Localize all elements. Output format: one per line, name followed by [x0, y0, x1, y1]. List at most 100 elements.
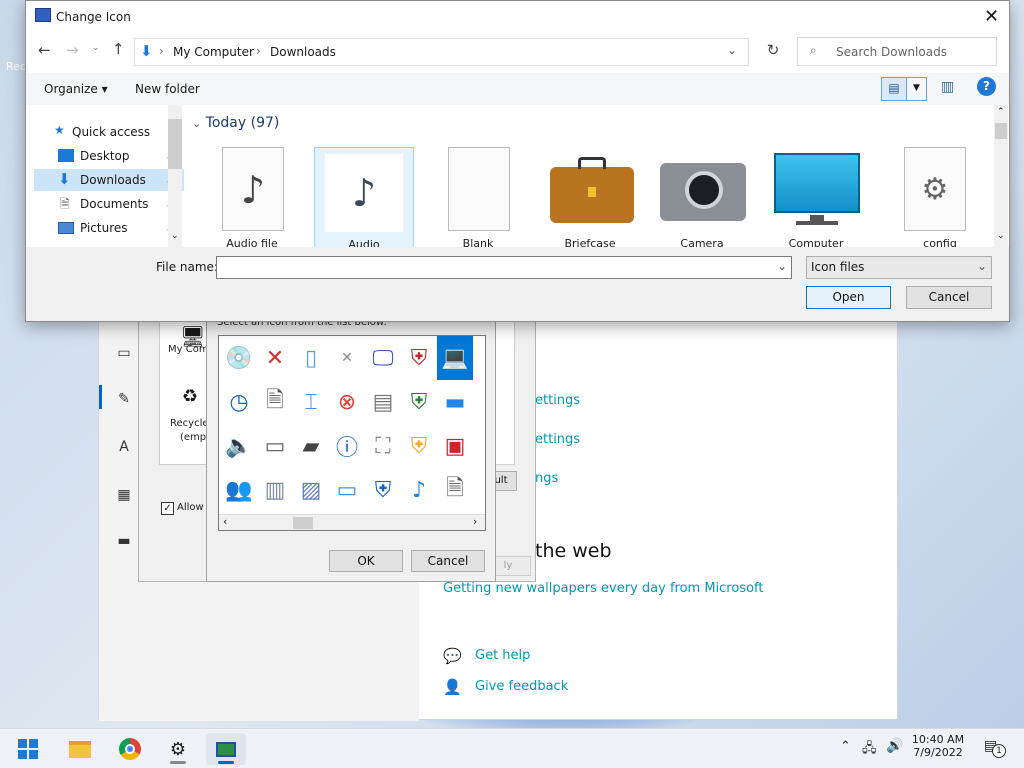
chrome-icon[interactable]	[110, 733, 150, 765]
help-question-icon[interactable]: ⓘ	[329, 424, 365, 468]
document-icon[interactable]: 🗎	[257, 380, 293, 424]
folder-blue-icon[interactable]: ▨	[293, 468, 329, 512]
back-arrow-icon[interactable]: ←	[38, 41, 51, 59]
volume-icon[interactable]: 🔊	[886, 738, 903, 754]
nav-scroll-thumb[interactable]	[168, 119, 182, 169]
screen-icon[interactable]: ▬	[437, 380, 473, 424]
taskbar-icon[interactable]: ▬	[113, 533, 135, 549]
nav-quick-access[interactable]: ★ Quick access	[34, 121, 184, 143]
red-x-icon[interactable]: ✕	[257, 336, 293, 380]
get-help-link[interactable]: Get help	[475, 648, 530, 663]
wallpapers-link[interactable]: Getting new wallpapers every day from Mi…	[443, 581, 764, 596]
nav-scroll-down-icon[interactable]: ⌄	[171, 231, 179, 241]
display-settings-app-icon[interactable]	[206, 733, 246, 765]
users-icon[interactable]: 👥	[221, 468, 257, 512]
close-icon[interactable]: ✕	[984, 6, 999, 27]
scroll-right-icon[interactable]: ›	[473, 515, 477, 528]
settings-link-1[interactable]: ettings	[535, 393, 580, 408]
settings-link-3[interactable]: ngs	[535, 471, 558, 486]
address-bar[interactable]: ⬇ › My Computer › Downloads ⌄	[134, 38, 749, 66]
projector-icon[interactable]: ⛶	[365, 424, 401, 468]
nav-scrollbar[interactable]: ⌄	[168, 105, 182, 247]
preview-pane-icon[interactable]: ▥	[941, 79, 954, 95]
card-icon[interactable]: ▭	[329, 468, 365, 512]
start-icon[interactable]	[8, 733, 48, 765]
layout-icon[interactable]: ▦	[113, 487, 135, 503]
file-item[interactable]: Camera	[652, 141, 752, 247]
laptop-icon[interactable]: 💻	[437, 336, 473, 380]
open-button[interactable]: Open	[806, 286, 891, 309]
file-scroll-thumb[interactable]	[995, 123, 1007, 139]
help-icon-button[interactable]: ?	[977, 77, 996, 96]
breadcrumb-my-computer[interactable]: My Computer	[173, 45, 254, 59]
display-icon[interactable]: ▭	[113, 345, 135, 361]
scanner-icon[interactable]: ▰	[293, 424, 329, 468]
ok-button[interactable]: OK	[329, 550, 403, 572]
shield-help-icon[interactable]: ⛨	[365, 468, 401, 512]
file-item[interactable]: ⚙ config	[890, 141, 990, 247]
cancel-button[interactable]: Cancel	[906, 286, 992, 309]
apps-box-icon[interactable]: ▣	[437, 424, 473, 468]
shield-check-icon[interactable]: ⛨	[401, 380, 437, 424]
drive-icon[interactable]: ▭	[257, 424, 293, 468]
nav-desktop[interactable]: Desktop📌	[34, 145, 184, 167]
give-feedback-link[interactable]: Give feedback	[475, 679, 568, 694]
file-item[interactable]: Blank	[428, 141, 528, 247]
recycle-bin-icon[interactable]: ♻	[182, 386, 198, 407]
scroll-up-icon[interactable]: ⌃	[997, 107, 1005, 117]
breadcrumb-downloads[interactable]: Downloads	[270, 45, 336, 59]
icon-list-hscrollbar[interactable]: ‹ ›	[219, 514, 485, 530]
settings-link-2[interactable]: ettings	[535, 432, 580, 447]
group-header[interactable]: ⌄ Today (97)	[192, 115, 279, 131]
hscroll-thumb[interactable]	[293, 517, 313, 529]
desktop-icon-label[interactable]: Rec	[6, 60, 26, 73]
change-icon-cancel-button[interactable]: Cancel	[411, 550, 485, 572]
cd-music-icon[interactable]: 💿	[221, 336, 257, 380]
network-icon[interactable]: 🖧	[862, 739, 877, 761]
server-icon[interactable]: ▥	[257, 468, 293, 512]
tray-chevron-icon[interactable]: ⌃	[840, 739, 851, 754]
nav-pictures[interactable]: Pictures📌	[34, 217, 184, 239]
refresh-icon[interactable]: ↻	[759, 41, 787, 65]
scroll-down-icon[interactable]: ⌄	[997, 231, 1005, 241]
organize-button[interactable]: Organize ▾	[44, 82, 108, 96]
pda-icon[interactable]: ▯	[293, 336, 329, 380]
personalize-icon[interactable]: ✎	[113, 391, 135, 407]
text-cursor-icon[interactable]: ⌶	[293, 380, 329, 424]
monitor-icon[interactable]: 🖵	[365, 336, 401, 380]
view-dropdown-icon[interactable]: ▼	[907, 77, 927, 101]
file-item-selected[interactable]: ♪ Audio	[314, 147, 414, 247]
forward-arrow-icon[interactable]: →	[66, 41, 79, 59]
settings-gear-icon[interactable]: ⚙	[158, 733, 198, 765]
file-list-scrollbar[interactable]: ⌃ ⌄	[994, 105, 1008, 247]
music-note-icon[interactable]: ♪	[401, 468, 437, 512]
blank-page-icon[interactable]: ▤	[365, 380, 401, 424]
notification-icon[interactable]: ▤ 1	[984, 738, 1006, 758]
fonts-icon[interactable]: A	[113, 439, 135, 455]
new-folder-button[interactable]: New folder	[135, 82, 200, 96]
text-doc-icon[interactable]: 🗎	[437, 468, 473, 512]
file-name-dropdown-icon[interactable]: ⌄	[777, 259, 787, 273]
address-dropdown-icon[interactable]: ⌄	[727, 43, 737, 57]
nav-downloads[interactable]: ⬇Downloads📌	[34, 169, 184, 191]
view-mode-icon[interactable]: ▤	[881, 77, 907, 101]
speaker-icon[interactable]: 🔈	[221, 424, 257, 468]
clock-icon[interactable]: ◷	[221, 380, 257, 424]
icon-list[interactable]: 💿 ✕ ▯ ✕ 🖵 ⛨ 💻 ◷ 🗎 ⌶ ⊗ ▤ ⛨ ▬ 🔈 ▭ ▰ ⓘ ⛶ ⛨ …	[218, 335, 486, 531]
nav-documents[interactable]: 🗎Documents📌	[34, 193, 184, 215]
up-arrow-icon[interactable]: ↑	[112, 40, 125, 58]
shield-x-icon[interactable]: ⛨	[401, 336, 437, 380]
recent-chevron-icon[interactable]: ⌄	[92, 43, 100, 53]
small-x-icon[interactable]: ✕	[329, 336, 365, 380]
warning-shield-icon[interactable]: ⛨	[401, 424, 437, 468]
clock[interactable]: 10:40 AM 7/9/2022	[906, 733, 970, 759]
scroll-left-icon[interactable]: ‹	[223, 515, 227, 528]
allow-themes-checkbox[interactable]: ✓	[161, 502, 174, 515]
file-name-input[interactable]: ⌄	[216, 256, 792, 279]
file-item[interactable]: Briefcase	[540, 141, 640, 247]
file-item[interactable]: ♪ Audio file	[202, 141, 302, 247]
file-explorer-icon[interactable]	[60, 733, 100, 765]
search-box[interactable]: ⌕ Search Downloads	[797, 37, 997, 66]
error-icon[interactable]: ⊗	[329, 380, 365, 424]
file-type-select[interactable]: Icon files ⌄	[806, 256, 992, 279]
